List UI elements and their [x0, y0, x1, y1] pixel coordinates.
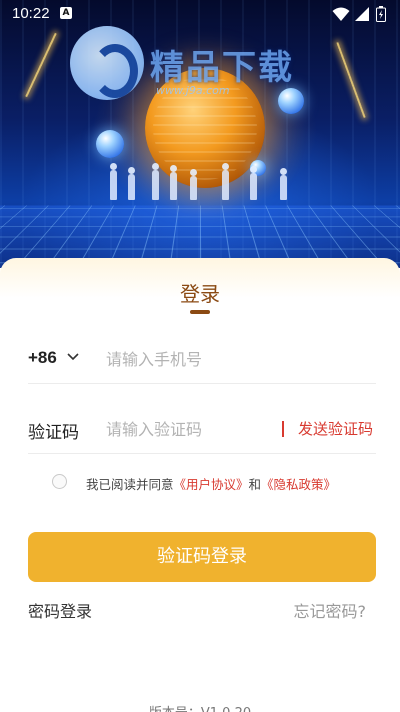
logo-text: 精品下载: [150, 48, 294, 88]
country-code-select[interactable]: +86: [28, 348, 57, 368]
privacy-policy-link[interactable]: 《隐私政策》: [261, 477, 336, 492]
password-login-link[interactable]: 密码登录: [28, 598, 92, 622]
code-row: 验证码 发送验证码: [28, 406, 376, 454]
login-card: 登录 +86 验证码 发送验证码 我已阅读并同意《用户协议》和《隐私政策》 验证…: [0, 258, 400, 712]
agreement-and: 和: [248, 477, 262, 492]
wifi-icon: [332, 7, 350, 21]
phone-row: +86: [28, 336, 376, 384]
code-label: 验证码: [28, 423, 79, 443]
agreement-text: 我已阅读并同意《用户协议》和《隐私政策》: [86, 474, 336, 493]
send-code-divider: [282, 421, 284, 437]
battery-icon: [376, 6, 386, 22]
orb-left: [96, 130, 124, 158]
title-underline: [190, 310, 210, 314]
send-code-button[interactable]: 发送验证码: [298, 418, 373, 439]
hero-banner: 精品下载 www.j9a.com: [0, 0, 400, 268]
chevron-down-icon[interactable]: [66, 350, 80, 364]
site-logo: 精品下载 www.j9a.com: [70, 26, 330, 106]
logo-mark-icon: [70, 26, 144, 100]
status-time: 10:22: [12, 5, 50, 22]
agreement-row: 我已阅读并同意《用户协议》和《隐私政策》: [52, 472, 372, 492]
logo-url: www.j9a.com: [156, 84, 230, 97]
status-icons: [332, 6, 388, 22]
user-agreement-link[interactable]: 《用户协议》: [174, 477, 249, 492]
page-title: 登录: [180, 282, 220, 306]
signal-icon: [355, 7, 369, 21]
status-bar: 10:22 A: [0, 0, 400, 28]
people-silhouettes: [100, 160, 300, 200]
agreement-radio[interactable]: [52, 474, 67, 489]
notification-app-icon: A: [60, 7, 72, 19]
forgot-password-link[interactable]: 忘记密码?: [294, 598, 367, 622]
code-input[interactable]: [106, 416, 266, 442]
phone-input[interactable]: [106, 346, 366, 372]
version-text: 版本号：V1.0.20: [0, 702, 400, 712]
code-login-button[interactable]: 验证码登录: [28, 532, 376, 582]
agreement-prefix: 我已阅读并同意: [86, 477, 174, 492]
